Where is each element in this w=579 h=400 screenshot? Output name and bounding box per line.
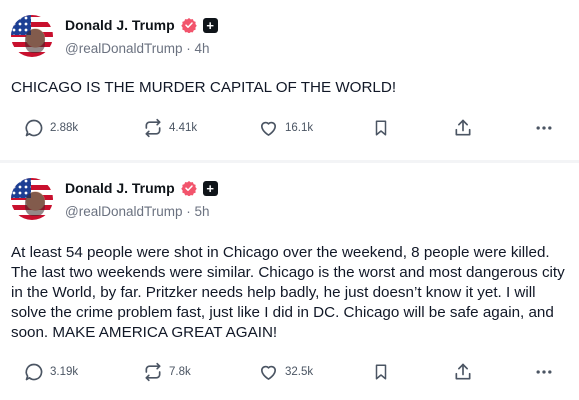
repost-icon — [145, 362, 161, 382]
post-timestamp[interactable]: 4h — [195, 41, 210, 56]
reply-icon — [25, 119, 43, 137]
like-count: 16.1k — [285, 122, 314, 134]
bookmark-icon — [375, 120, 387, 136]
share-icon — [455, 363, 471, 380]
author-meta: @realDonaldTrump · 4h — [65, 41, 210, 56]
meta-separator: · — [182, 41, 195, 56]
post-card[interactable]: Donald J. Trump + @realDonaldTrump · 5h … — [0, 163, 579, 400]
author-name-row: Donald J. Trump + — [65, 179, 218, 197]
reply-count: 2.88k — [50, 122, 79, 134]
author-handle[interactable]: @realDonaldTrump — [65, 41, 183, 56]
verified-badge-icon — [180, 181, 197, 196]
repost-icon — [145, 118, 161, 138]
more-options-button[interactable] — [534, 118, 554, 138]
avatar[interactable] — [11, 178, 53, 220]
like-button[interactable]: 16.1k — [258, 118, 313, 138]
repost-count: 7.8k — [169, 366, 191, 378]
post-text: At least 54 people were shot in Chicago … — [11, 244, 565, 341]
reply-button[interactable]: 2.88k — [24, 118, 78, 138]
more-icon — [536, 370, 552, 374]
reply-count: 3.19k — [50, 366, 79, 378]
author-meta: @realDonaldTrump · 5h — [65, 204, 210, 219]
reply-icon — [25, 363, 43, 381]
heart-icon — [261, 365, 276, 380]
author-handle[interactable]: @realDonaldTrump — [65, 204, 183, 219]
post-timestamp[interactable]: 5h — [195, 204, 210, 219]
like-count: 32.5k — [285, 366, 314, 378]
share-button[interactable] — [453, 362, 473, 382]
plus-badge-icon: + — [202, 180, 218, 196]
meta-separator: · — [182, 204, 195, 219]
bookmark-button[interactable] — [372, 362, 390, 382]
post-card[interactable]: Donald J. Trump + @realDonaldTrump · 4h … — [0, 0, 579, 161]
like-button[interactable]: 32.5k — [258, 362, 313, 382]
bookmark-icon — [375, 364, 387, 380]
author-display-name[interactable]: Donald J. Trump — [65, 180, 175, 196]
repost-button[interactable]: 4.41k — [143, 118, 197, 138]
more-options-button[interactable] — [534, 362, 554, 382]
post-text: CHICAGO IS THE MURDER CAPITAL OF THE WOR… — [11, 79, 397, 96]
repost-count: 4.41k — [169, 122, 198, 134]
reply-button[interactable]: 3.19k — [24, 362, 78, 382]
verified-badge-icon — [180, 18, 197, 33]
bookmark-button[interactable] — [372, 118, 390, 138]
share-icon — [455, 119, 471, 136]
share-button[interactable] — [453, 118, 473, 138]
plus-badge-icon: + — [202, 17, 218, 33]
avatar[interactable] — [11, 15, 53, 57]
author-name-row: Donald J. Trump + — [65, 16, 218, 34]
repost-button[interactable]: 7.8k — [143, 362, 191, 382]
more-icon — [536, 126, 552, 130]
author-display-name[interactable]: Donald J. Trump — [65, 17, 175, 33]
heart-icon — [261, 121, 276, 136]
